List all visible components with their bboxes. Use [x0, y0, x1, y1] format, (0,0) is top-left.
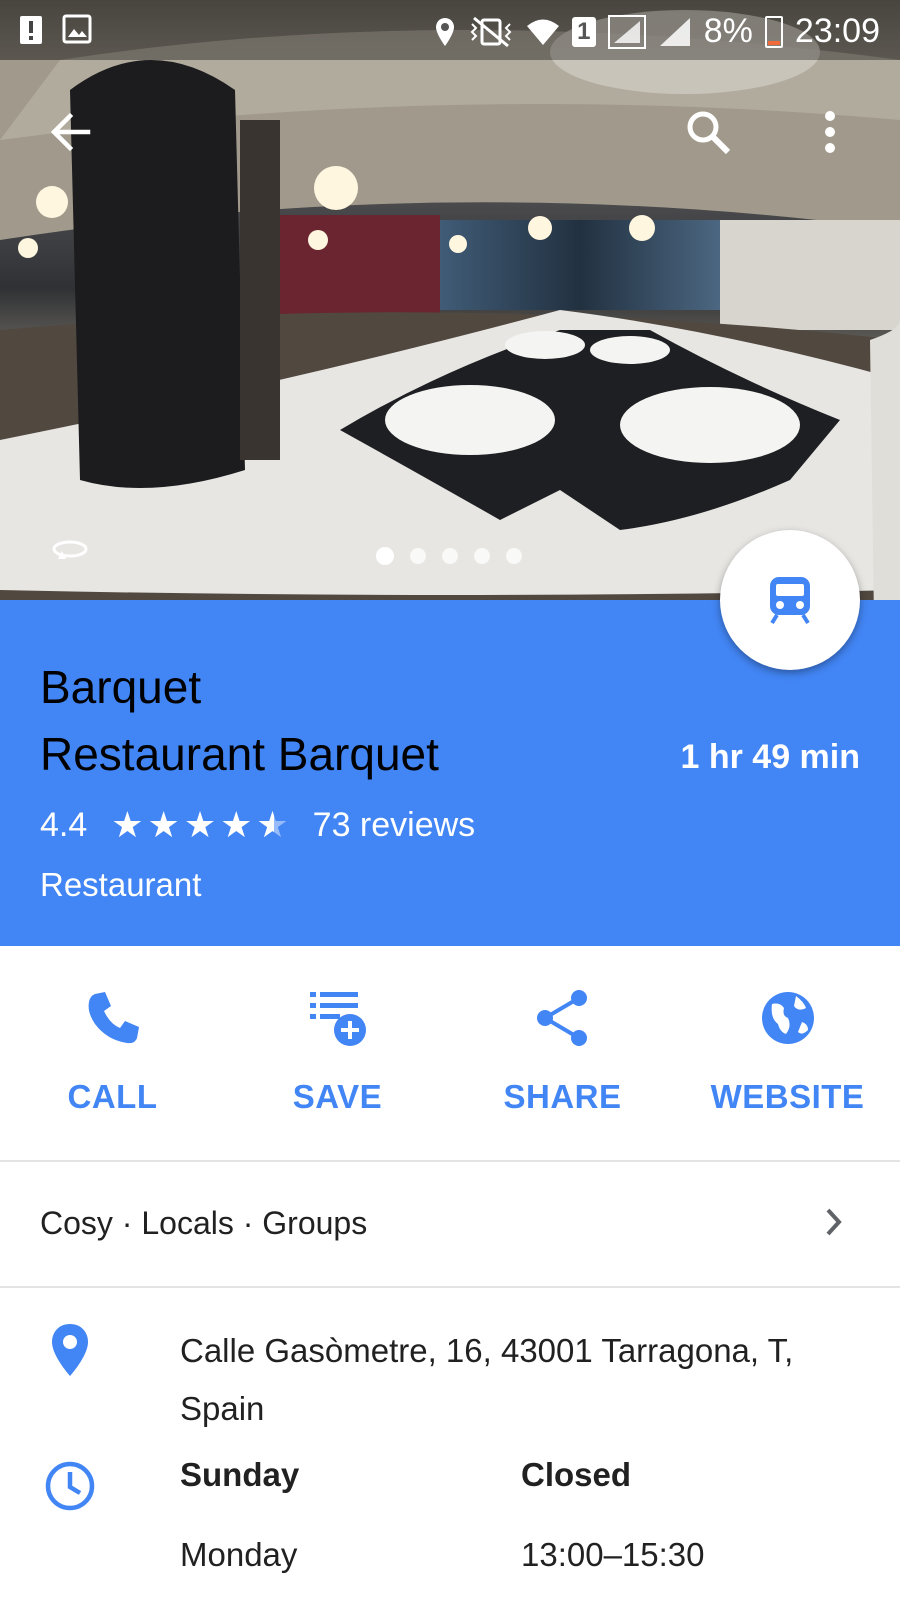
save-button[interactable]: SAVE — [225, 946, 450, 1160]
address-text[interactable]: Calle Gasòmetre, 16, 43001 Tarragona, T,… — [180, 1322, 840, 1438]
hours-day: Monday — [180, 1536, 298, 1573]
call-button[interactable]: CALL — [0, 946, 225, 1160]
pager-dot[interactable] — [474, 548, 490, 564]
battery-icon — [764, 15, 783, 48]
share-button[interactable]: SHARE — [450, 946, 675, 1160]
pager-dot-active[interactable] — [376, 547, 394, 565]
sim-slot-badge: 1 — [571, 16, 596, 47]
search-button[interactable] — [676, 100, 740, 164]
star-rating: ★ ★ ★ ★ ★ ★ — [111, 804, 288, 846]
globe-icon — [761, 992, 814, 1044]
star-icon: ★ — [147, 804, 180, 845]
star-half-icon: ★ ★ — [256, 804, 289, 845]
signal-sim1-icon — [607, 14, 646, 49]
website-label: WEBSITE — [710, 1078, 865, 1115]
website-button[interactable]: WEBSITE — [675, 946, 900, 1160]
more-options-button[interactable] — [798, 100, 862, 164]
chevron-right-icon — [826, 1208, 842, 1236]
back-button[interactable] — [38, 100, 102, 164]
battery-percent: 8% — [703, 12, 753, 50]
share-icon — [536, 990, 587, 1046]
360-rotate-icon — [52, 540, 88, 559]
rating-row[interactable]: 4.4 ★ ★ ★ ★ ★ ★ 73 reviews — [40, 804, 475, 846]
directions-fab[interactable] — [720, 530, 860, 670]
wifi-icon — [526, 19, 559, 45]
call-label: CALL — [67, 1078, 158, 1115]
highlights-text: Cosy · Locals · Groups — [40, 1205, 368, 1241]
pager-dot[interactable] — [410, 548, 426, 564]
clock-icon — [45, 1461, 95, 1511]
save-label: SAVE — [292, 1078, 383, 1115]
travel-time: 1 hr 49 min — [680, 738, 860, 776]
phone-icon — [88, 992, 139, 1044]
action-bar: CALL SAVE SHARE WEBSITE — [0, 946, 900, 1160]
place-full-name: Restaurant Barquet — [40, 728, 439, 780]
hours-day: Sunday — [180, 1456, 300, 1493]
playlist-add-icon — [309, 992, 366, 1046]
alert-notification-icon — [20, 16, 42, 44]
photo-sphere-button[interactable] — [50, 538, 90, 569]
hours-time: Closed — [521, 1456, 632, 1493]
location-pin-icon — [52, 1324, 88, 1376]
rating-value: 4.4 — [40, 805, 88, 844]
star-icon: ★ — [111, 804, 144, 845]
divider — [0, 1286, 900, 1288]
restaurant-interior-photo — [0, 10, 900, 600]
image-notification-icon — [62, 14, 92, 44]
place-photo[interactable]: 1 8% 23:09 — [0, 0, 900, 600]
photo-pager-indicator — [376, 547, 522, 565]
share-label: SHARE — [503, 1078, 622, 1115]
place-highlights-row[interactable]: Cosy · Locals · Groups — [0, 1162, 900, 1286]
star-icon: ★ — [183, 804, 217, 845]
location-status-icon — [435, 17, 454, 46]
pager-dot[interactable] — [506, 548, 522, 564]
review-count[interactable]: 73 reviews — [313, 806, 476, 845]
signal-sim2-icon — [659, 17, 690, 46]
star-icon: ★ — [220, 804, 253, 845]
place-name: Barquet — [40, 661, 202, 713]
vibrate-mute-icon — [470, 16, 512, 47]
hours-time: 13:00–15:30 — [521, 1536, 705, 1573]
back-arrow-icon — [50, 112, 91, 152]
more-vert-icon — [825, 111, 835, 153]
status-bar: 1 8% 23:09 — [0, 0, 900, 60]
place-category: Restaurant — [40, 866, 202, 903]
clock: 23:09 — [794, 12, 880, 50]
train-icon — [770, 577, 810, 625]
pager-dot[interactable] — [442, 548, 458, 564]
search-icon — [687, 111, 731, 155]
